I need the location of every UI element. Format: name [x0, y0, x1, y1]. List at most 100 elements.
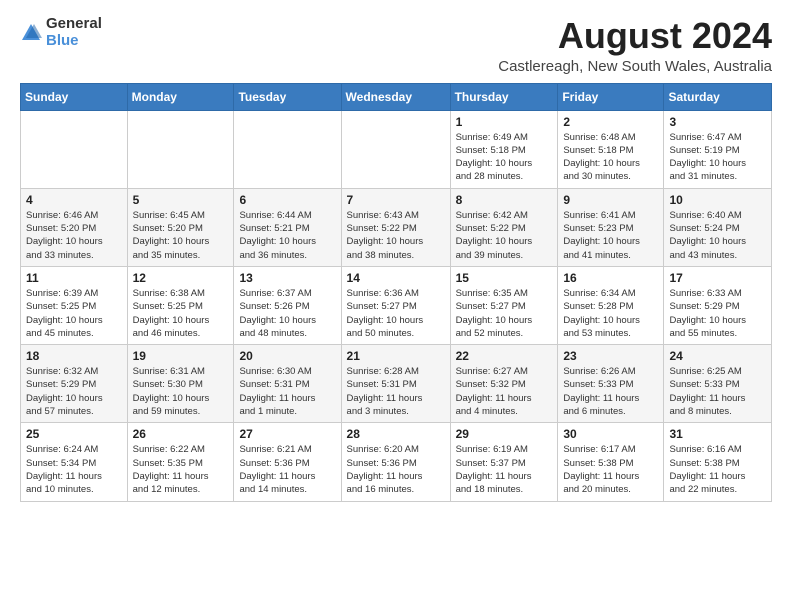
- calendar-cell: 4Sunrise: 6:46 AM Sunset: 5:20 PM Daylig…: [21, 188, 128, 266]
- day-info: Sunrise: 6:44 AM Sunset: 5:21 PM Dayligh…: [239, 209, 335, 262]
- week-row-2: 4Sunrise: 6:46 AM Sunset: 5:20 PM Daylig…: [21, 188, 772, 266]
- month-title: August 2024: [498, 16, 772, 56]
- day-info: Sunrise: 6:49 AM Sunset: 5:18 PM Dayligh…: [456, 131, 553, 184]
- day-info: Sunrise: 6:22 AM Sunset: 5:35 PM Dayligh…: [133, 443, 229, 496]
- day-info: Sunrise: 6:30 AM Sunset: 5:31 PM Dayligh…: [239, 365, 335, 418]
- day-number: 22: [456, 349, 553, 363]
- week-row-1: 1 Sunrise: 6:49 AM Sunset: 5:18 PM Daylig…: [21, 110, 772, 188]
- day-number: 27: [239, 427, 335, 441]
- day-info: Sunrise: 6:16 AM Sunset: 5:38 PM Dayligh…: [669, 443, 766, 496]
- day-number: 14: [347, 271, 445, 285]
- calendar-cell: 14 Sunrise: 6:36 AM Sunset: 5:27 PM Dayli…: [341, 266, 450, 344]
- day-info: Sunrise: 6:33 AM Sunset: 5:29 PM Dayligh…: [669, 287, 766, 340]
- day-number: 4: [26, 193, 122, 207]
- calendar-cell: 17 Sunrise: 6:33 AM Sunset: 5:29 PM Dayli…: [664, 266, 772, 344]
- day-number: 31: [669, 427, 766, 441]
- day-number: 28: [347, 427, 445, 441]
- day-number: 19: [133, 349, 229, 363]
- day-info: Sunrise: 6:27 AM Sunset: 5:32 PM Dayligh…: [456, 365, 553, 418]
- calendar-cell: 2 Sunrise: 6:48 AM Sunset: 5:18 PM Daylig…: [558, 110, 664, 188]
- day-info: Sunrise: 6:45 AM Sunset: 5:20 PM Dayligh…: [133, 209, 229, 262]
- logo-general: General: [46, 16, 102, 33]
- calendar-cell: 29Sunrise: 6:19 AM Sunset: 5:37 PM Dayli…: [450, 423, 558, 501]
- header-sunday: Sunday: [21, 83, 128, 110]
- day-number: 15: [456, 271, 553, 285]
- day-info: Sunrise: 6:31 AM Sunset: 5:30 PM Dayligh…: [133, 365, 229, 418]
- calendar-cell: [21, 110, 128, 188]
- day-number: 23: [563, 349, 658, 363]
- day-info: Sunrise: 6:40 AM Sunset: 5:24 PM Dayligh…: [669, 209, 766, 262]
- day-number: 1: [456, 115, 553, 129]
- calendar-cell: 25Sunrise: 6:24 AM Sunset: 5:34 PM Dayli…: [21, 423, 128, 501]
- calendar-cell: 6Sunrise: 6:44 AM Sunset: 5:21 PM Daylig…: [234, 188, 341, 266]
- logo: General Blue: [20, 16, 102, 49]
- calendar-cell: 28 Sunrise: 6:20 AM Sunset: 5:36 PM Dayli…: [341, 423, 450, 501]
- calendar-cell: 12 Sunrise: 6:38 AM Sunset: 5:25 PM Dayli…: [127, 266, 234, 344]
- day-number: 16: [563, 271, 658, 285]
- day-number: 10: [669, 193, 766, 207]
- day-number: 7: [347, 193, 445, 207]
- day-info: Sunrise: 6:43 AM Sunset: 5:22 PM Dayligh…: [347, 209, 445, 262]
- calendar-cell: 19 Sunrise: 6:31 AM Sunset: 5:30 PM Dayli…: [127, 345, 234, 423]
- header-wednesday: Wednesday: [341, 83, 450, 110]
- day-info: Sunrise: 6:48 AM Sunset: 5:18 PM Dayligh…: [563, 131, 658, 184]
- day-info: Sunrise: 6:35 AM Sunset: 5:27 PM Dayligh…: [456, 287, 553, 340]
- day-info: Sunrise: 6:34 AM Sunset: 5:28 PM Dayligh…: [563, 287, 658, 340]
- day-number: 18: [26, 349, 122, 363]
- location-title: Castlereagh, New South Wales, Australia: [498, 58, 772, 75]
- day-info: Sunrise: 6:42 AM Sunset: 5:22 PM Dayligh…: [456, 209, 553, 262]
- day-number: 12: [133, 271, 229, 285]
- calendar-cell: 3Sunrise: 6:47 AM Sunset: 5:19 PM Daylig…: [664, 110, 772, 188]
- day-number: 20: [239, 349, 335, 363]
- day-info: Sunrise: 6:36 AM Sunset: 5:27 PM Dayligh…: [347, 287, 445, 340]
- week-row-4: 18 Sunrise: 6:32 AM Sunset: 5:29 PM Dayli…: [21, 345, 772, 423]
- calendar-header: SundayMondayTuesdayWednesdayThursdayFrid…: [21, 83, 772, 110]
- calendar-cell: 16 Sunrise: 6:34 AM Sunset: 5:28 PM Dayli…: [558, 266, 664, 344]
- header-friday: Friday: [558, 83, 664, 110]
- day-number: 24: [669, 349, 766, 363]
- logo-icon: [20, 22, 42, 44]
- calendar-cell: 10 Sunrise: 6:40 AM Sunset: 5:24 PM Dayli…: [664, 188, 772, 266]
- page-header: General Blue August 2024 Castlereagh, Ne…: [20, 16, 772, 75]
- day-number: 11: [26, 271, 122, 285]
- day-info: Sunrise: 6:28 AM Sunset: 5:31 PM Dayligh…: [347, 365, 445, 418]
- day-number: 21: [347, 349, 445, 363]
- calendar-cell: [127, 110, 234, 188]
- calendar-cell: 30Sunrise: 6:17 AM Sunset: 5:38 PM Dayli…: [558, 423, 664, 501]
- day-info: Sunrise: 6:24 AM Sunset: 5:34 PM Dayligh…: [26, 443, 122, 496]
- calendar-cell: 7 Sunrise: 6:43 AM Sunset: 5:22 PM Daylig…: [341, 188, 450, 266]
- header-thursday: Thursday: [450, 83, 558, 110]
- day-info: Sunrise: 6:38 AM Sunset: 5:25 PM Dayligh…: [133, 287, 229, 340]
- day-number: 9: [563, 193, 658, 207]
- calendar-cell: 27 Sunrise: 6:21 AM Sunset: 5:36 PM Dayli…: [234, 423, 341, 501]
- calendar-cell: 1 Sunrise: 6:49 AM Sunset: 5:18 PM Daylig…: [450, 110, 558, 188]
- calendar-body: 1 Sunrise: 6:49 AM Sunset: 5:18 PM Daylig…: [21, 110, 772, 501]
- day-info: Sunrise: 6:21 AM Sunset: 5:36 PM Dayligh…: [239, 443, 335, 496]
- calendar-cell: 31 Sunrise: 6:16 AM Sunset: 5:38 PM Dayli…: [664, 423, 772, 501]
- day-info: Sunrise: 6:26 AM Sunset: 5:33 PM Dayligh…: [563, 365, 658, 418]
- calendar-cell: 24 Sunrise: 6:25 AM Sunset: 5:33 PM Dayli…: [664, 345, 772, 423]
- day-info: Sunrise: 6:20 AM Sunset: 5:36 PM Dayligh…: [347, 443, 445, 496]
- calendar-cell: 9Sunrise: 6:41 AM Sunset: 5:23 PM Daylig…: [558, 188, 664, 266]
- day-info: Sunrise: 6:19 AM Sunset: 5:37 PM Dayligh…: [456, 443, 553, 496]
- calendar-cell: [341, 110, 450, 188]
- day-number: 2: [563, 115, 658, 129]
- day-number: 30: [563, 427, 658, 441]
- day-number: 13: [239, 271, 335, 285]
- day-number: 3: [669, 115, 766, 129]
- calendar-cell: [234, 110, 341, 188]
- header-saturday: Saturday: [664, 83, 772, 110]
- calendar-cell: 21 Sunrise: 6:28 AM Sunset: 5:31 PM Dayli…: [341, 345, 450, 423]
- day-number: 17: [669, 271, 766, 285]
- week-row-3: 11Sunrise: 6:39 AM Sunset: 5:25 PM Dayli…: [21, 266, 772, 344]
- header-tuesday: Tuesday: [234, 83, 341, 110]
- week-row-5: 25Sunrise: 6:24 AM Sunset: 5:34 PM Dayli…: [21, 423, 772, 501]
- logo-blue: Blue: [46, 33, 102, 50]
- calendar-cell: 20 Sunrise: 6:30 AM Sunset: 5:31 PM Dayli…: [234, 345, 341, 423]
- calendar-cell: 18 Sunrise: 6:32 AM Sunset: 5:29 PM Dayli…: [21, 345, 128, 423]
- header-monday: Monday: [127, 83, 234, 110]
- calendar-cell: 22 Sunrise: 6:27 AM Sunset: 5:32 PM Dayli…: [450, 345, 558, 423]
- day-info: Sunrise: 6:25 AM Sunset: 5:33 PM Dayligh…: [669, 365, 766, 418]
- day-info: Sunrise: 6:32 AM Sunset: 5:29 PM Dayligh…: [26, 365, 122, 418]
- calendar-cell: 8Sunrise: 6:42 AM Sunset: 5:22 PM Daylig…: [450, 188, 558, 266]
